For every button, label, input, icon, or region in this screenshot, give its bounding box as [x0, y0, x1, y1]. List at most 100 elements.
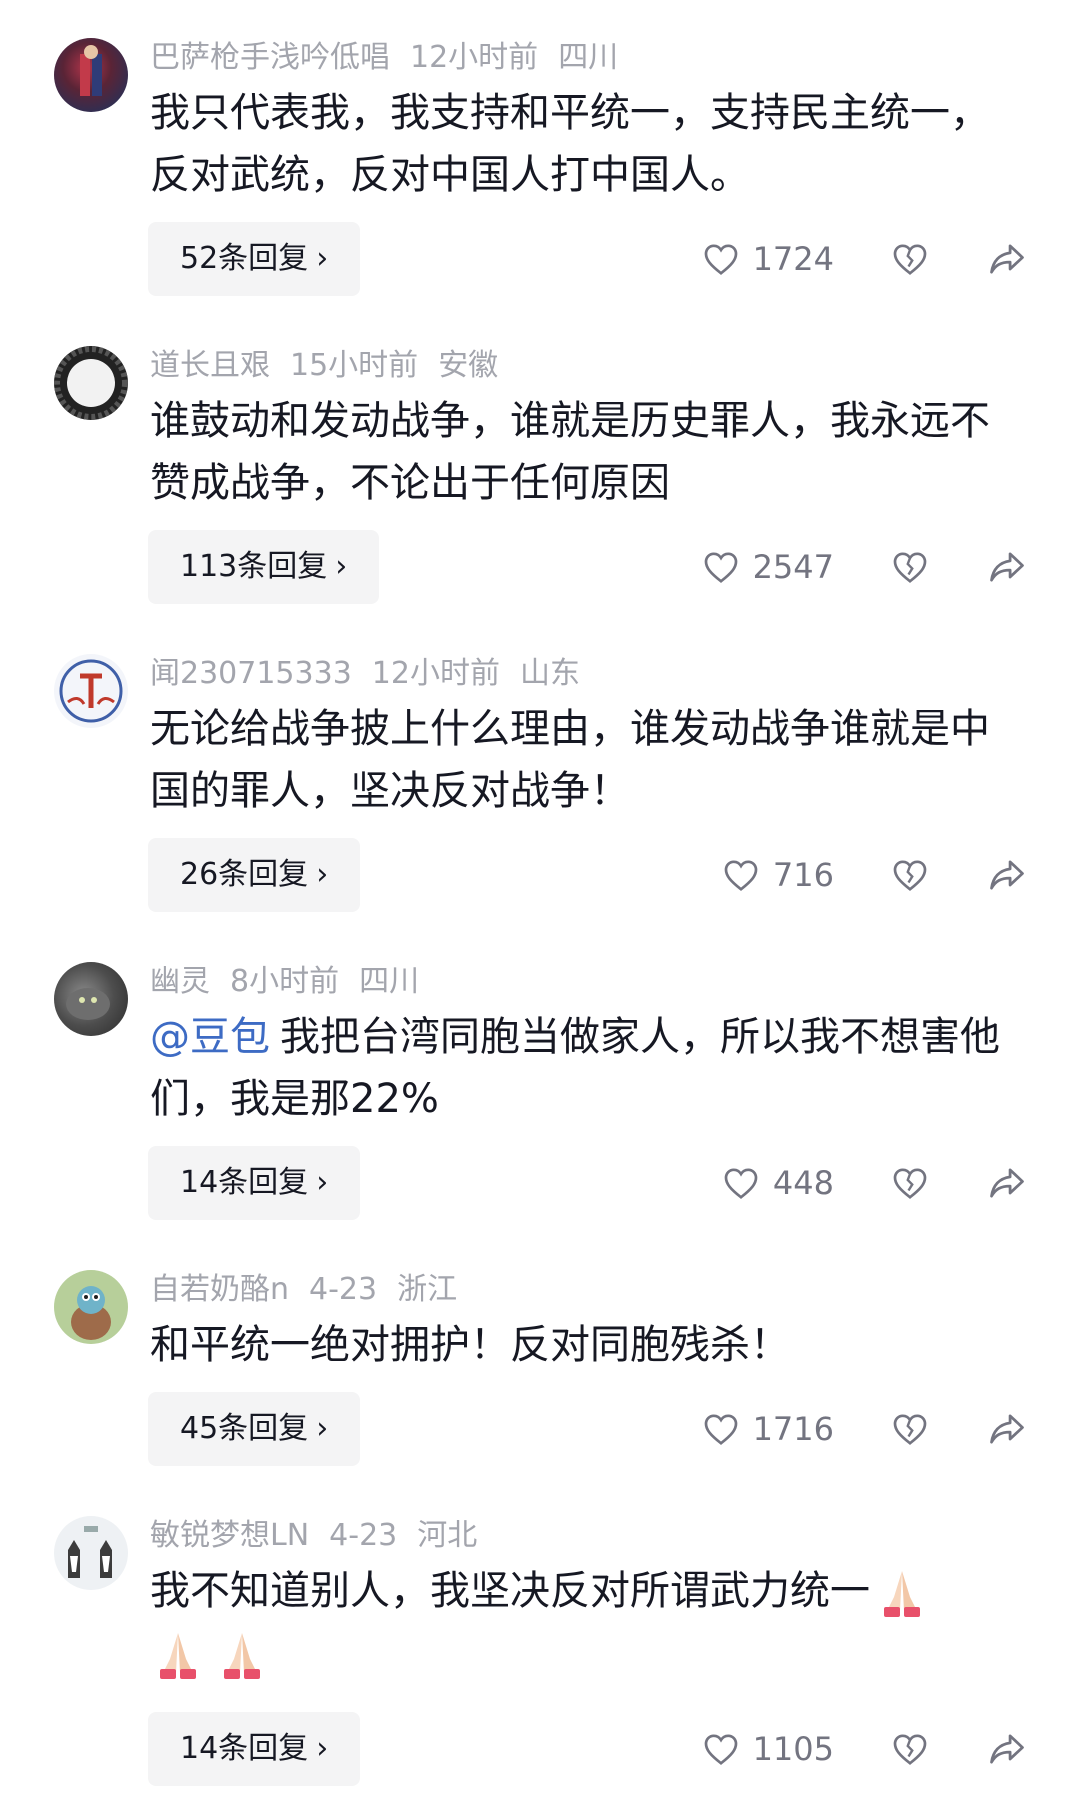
comment-meta: 道长且艰 15小时前 安徽: [150, 346, 518, 386]
timestamp: 12小时前: [410, 40, 539, 75]
replies-button[interactable]: 14条回复 ›: [148, 1712, 361, 1786]
broken-heart-icon: [893, 244, 927, 275]
username[interactable]: 自若奶酪n: [150, 1272, 289, 1307]
dislike-button[interactable]: [892, 1732, 928, 1766]
comment-actions: 1724: [703, 222, 1026, 296]
replies-button[interactable]: 26条回复 ›: [148, 838, 361, 912]
like-count: 2547: [752, 548, 834, 586]
avatar[interactable]: [54, 962, 128, 1036]
comment-body: 我把台湾同胞当做家人，所以我不想害他们，我是那22%: [150, 1014, 1000, 1122]
timestamp: 4-23: [309, 1272, 378, 1307]
replies-label: 113条回复: [180, 549, 328, 584]
broken-heart-icon: [893, 860, 927, 891]
share-button[interactable]: [988, 1732, 1026, 1766]
comment-actions: 2547: [703, 530, 1026, 604]
broken-heart-icon: [893, 1168, 927, 1199]
like-count: 1105: [752, 1730, 834, 1768]
comment-text: 我不知道别人，我坚决反对所谓武力统一: [150, 1560, 1010, 1684]
comment-text: 谁鼓动和发动战争，谁就是历史罪人，我永远不赞成战争，不论出于任何原因: [150, 398, 990, 506]
comment-meta: 闻230715333 12小时前 山东: [150, 654, 600, 694]
chevron-right-icon: ›: [335, 549, 348, 584]
comment-actions: 1716: [703, 1392, 1026, 1466]
replies-button[interactable]: 113条回复 ›: [148, 530, 380, 604]
comment-actions: 1105: [703, 1712, 1026, 1786]
chevron-right-icon: ›: [316, 1731, 329, 1766]
username[interactable]: 道长且艰: [150, 348, 270, 383]
replies-label: 14条回复: [180, 1731, 309, 1766]
location: 山东: [519, 656, 580, 691]
heart-outline-icon: [704, 552, 737, 583]
heart-outline-icon: [724, 860, 758, 891]
share-button[interactable]: [988, 550, 1026, 584]
replies-label: 14条回复: [180, 1165, 309, 1200]
heart-outline-icon: [724, 1168, 758, 1199]
location: 河北: [417, 1518, 478, 1553]
avatar[interactable]: [54, 1270, 128, 1344]
comment-meta: 幽灵 8小时前 四川: [150, 962, 439, 1002]
like-button[interactable]: 2547: [703, 548, 834, 586]
username[interactable]: 巴萨枪手浅吟低唱: [150, 40, 390, 75]
broken-heart-icon: [893, 1734, 927, 1765]
replies-button[interactable]: 14条回复 ›: [148, 1146, 361, 1220]
chevron-right-icon: ›: [316, 1165, 329, 1200]
comment-text: 无论给战争披上什么理由，谁发动战争谁就是中国的罪人，坚决反对战争！: [150, 706, 990, 814]
replies-label: 52条回复: [180, 241, 309, 276]
replies-button[interactable]: 45条回复 ›: [148, 1392, 361, 1466]
username[interactable]: 闻230715333: [150, 656, 352, 691]
timestamp: 15小时前: [290, 348, 419, 383]
share-arrow-icon: [990, 860, 1024, 890]
broken-heart-icon: [893, 1414, 927, 1445]
avatar[interactable]: [54, 346, 128, 420]
avatar[interactable]: [54, 654, 128, 728]
like-button[interactable]: 1724: [703, 240, 834, 278]
heart-outline-icon: [704, 244, 737, 275]
avatar[interactable]: [54, 38, 128, 112]
folded-hands-emoji: [224, 1633, 260, 1679]
mention-link[interactable]: @豆包: [150, 1014, 270, 1060]
like-count: 1724: [752, 240, 834, 278]
comment-actions: 448: [723, 1146, 1026, 1220]
username[interactable]: 幽灵: [150, 964, 210, 999]
replies-button[interactable]: 52条回复 ›: [148, 222, 361, 296]
share-button[interactable]: [988, 1412, 1026, 1446]
chevron-right-icon: ›: [316, 241, 329, 276]
share-arrow-icon: [990, 1734, 1024, 1764]
like-count: 716: [772, 856, 834, 894]
username[interactable]: 敏锐梦想LN: [150, 1518, 309, 1553]
comment-meta: 巴萨枪手浅吟低唱 12小时前 四川: [150, 38, 638, 78]
replies-label: 26条回复: [180, 857, 309, 892]
dislike-button[interactable]: [892, 242, 928, 276]
share-arrow-icon: [990, 1168, 1024, 1198]
like-button[interactable]: 448: [723, 1164, 834, 1202]
comment-meta: 敏锐梦想LN 4-23 河北: [150, 1516, 497, 1556]
avatar[interactable]: [54, 1516, 128, 1590]
folded-hands-emoji: [884, 1571, 920, 1617]
like-button[interactable]: 716: [723, 856, 834, 894]
share-button[interactable]: [988, 242, 1026, 276]
folded-hands-emoji: [160, 1633, 196, 1679]
dislike-button[interactable]: [892, 1166, 928, 1200]
chevron-right-icon: ›: [316, 1411, 329, 1446]
comment-text: @豆包 我把台湾同胞当做家人，所以我不想害他们，我是那22%: [150, 1006, 1010, 1130]
dislike-button[interactable]: [892, 1412, 928, 1446]
dislike-button[interactable]: [892, 858, 928, 892]
broken-heart-icon: [893, 552, 927, 583]
share-arrow-icon: [990, 1414, 1024, 1444]
replies-label: 45条回复: [180, 1411, 309, 1446]
comment-meta: 自若奶酪n 4-23 浙江: [150, 1270, 477, 1310]
comment-actions: 716: [723, 838, 1026, 912]
like-count: 448: [772, 1164, 834, 1202]
share-button[interactable]: [988, 1166, 1026, 1200]
share-arrow-icon: [990, 552, 1024, 582]
like-button[interactable]: 1716: [703, 1410, 834, 1448]
like-button[interactable]: 1105: [703, 1730, 834, 1768]
heart-outline-icon: [704, 1414, 737, 1445]
location: 安徽: [438, 348, 499, 383]
chevron-right-icon: ›: [316, 857, 329, 892]
share-button[interactable]: [988, 858, 1026, 892]
timestamp: 4-23: [329, 1518, 398, 1553]
dislike-button[interactable]: [892, 550, 928, 584]
like-count: 1716: [752, 1410, 834, 1448]
location: 浙江: [397, 1272, 458, 1307]
share-arrow-icon: [990, 244, 1024, 274]
